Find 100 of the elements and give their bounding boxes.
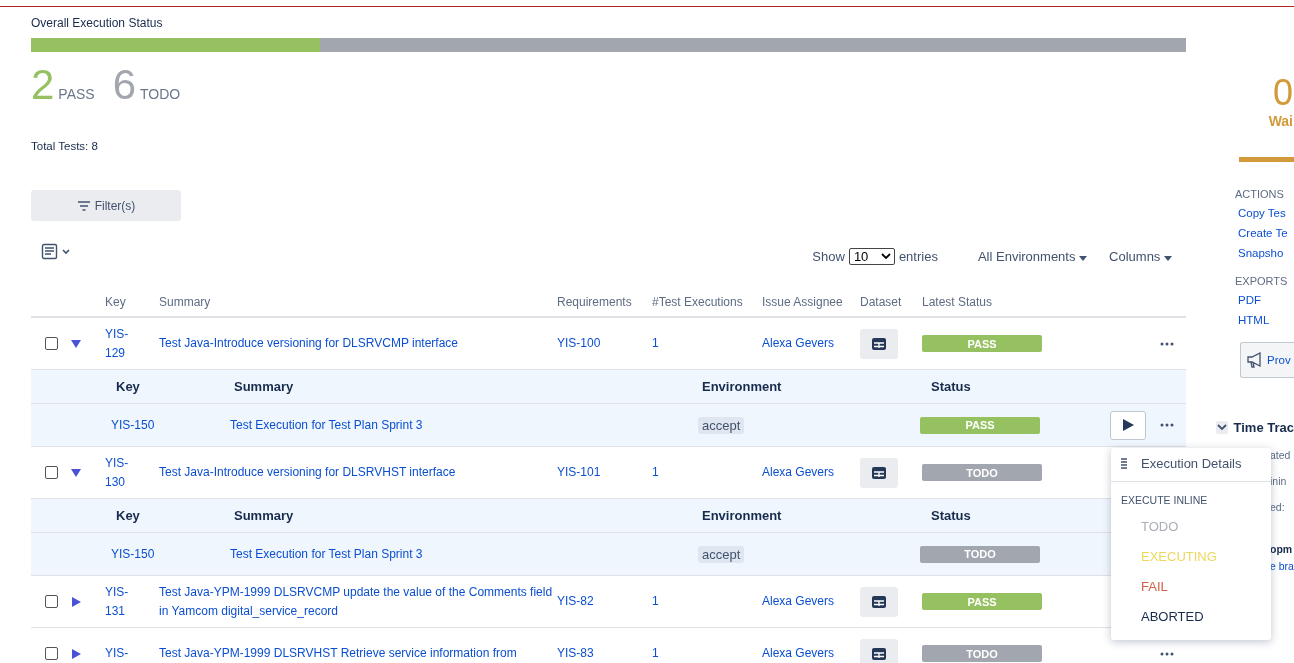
row-checkbox[interactable] (45, 337, 58, 350)
play-icon (1122, 419, 1134, 431)
caret-right-icon[interactable] (69, 647, 83, 660)
action-link[interactable]: Copy Tes (1238, 203, 1294, 223)
section-heading: opm (1270, 543, 1294, 555)
summary-link[interactable]: Test Java-Introduce versioning for DLSRVCMP interface (159, 334, 459, 353)
column-header: Summary (233, 379, 295, 394)
issue-key-link[interactable]: YIS-131 (105, 582, 135, 621)
chevron-icon (880, 252, 891, 260)
dataset-button[interactable] (860, 586, 898, 617)
column-header: Key (115, 379, 141, 394)
entries-select[interactable]: 10 (848, 247, 895, 265)
count-number: 6 (112, 62, 137, 108)
table-icon (872, 466, 886, 479)
more-icon[interactable] (1160, 651, 1174, 656)
count-label: PASS (58, 86, 95, 102)
more-icon[interactable] (1160, 341, 1174, 346)
row-checkbox[interactable] (45, 595, 58, 608)
list-menu-button[interactable] (41, 243, 73, 261)
column-header: Status (930, 379, 972, 394)
column-header: Key (115, 508, 141, 523)
status-badge: TODO (920, 545, 1040, 563)
menu-item[interactable]: FAIL (1111, 572, 1271, 602)
export-link[interactable]: HTML (1238, 310, 1294, 330)
feedback-button[interactable]: Prov (1240, 342, 1294, 378)
issue-key-link[interactable]: YIS-129 (105, 324, 135, 363)
columns-dropdown[interactable]: Columns (1109, 248, 1172, 264)
table-icon (872, 647, 886, 660)
column-header: Requirements (557, 294, 633, 309)
environment-tag: accept (698, 545, 745, 563)
caret-down-icon[interactable] (69, 466, 83, 479)
executions-link[interactable]: 1 (652, 644, 659, 663)
section-heading: Time Trac (1233, 420, 1294, 435)
executions-link[interactable]: 1 (652, 592, 659, 611)
status-badge: TODO (922, 464, 1042, 481)
filter-button[interactable]: Filter(s) (31, 190, 181, 221)
column-header: Issue Assignee (762, 294, 844, 309)
row-checkbox[interactable] (45, 647, 58, 660)
list-icon (1121, 457, 1127, 470)
column-header: Key (105, 294, 127, 309)
column-header: Latest Status (922, 294, 994, 309)
column-header: #Test Executions (652, 294, 744, 309)
field-label: inin (1270, 475, 1288, 487)
dataset-button[interactable] (860, 457, 898, 488)
environment-dropdown[interactable]: All Environments (977, 248, 1088, 264)
metric-number: 0 (1272, 73, 1293, 113)
requirement-link[interactable]: YIS-83 (557, 644, 594, 663)
section-title: Overall Execution Status (31, 16, 164, 30)
column-header: Environment (701, 508, 783, 523)
table-icon (872, 595, 886, 608)
issue-key-link[interactable]: YIS-130 (105, 453, 135, 492)
section-heading: ACTIONS (1235, 188, 1285, 200)
assignee-link[interactable]: Alexa Gevers (762, 644, 835, 663)
menu-item[interactable]: ABORTED (1111, 602, 1271, 632)
export-link[interactable]: PDF (1238, 290, 1294, 310)
summary-link[interactable]: Test Java-YPM-1999 DLSRVHST Retrieve service information from (159, 644, 517, 663)
column-header: Environment (701, 379, 783, 394)
summary-link[interactable]: Test Java-YPM-1999 DLSRVCMP update the value of the Comments field in Yamcom digital_service_record (159, 582, 557, 621)
column-header: Summary (233, 508, 295, 523)
executions-link[interactable]: 1 (652, 463, 659, 482)
status-badge: PASS (922, 593, 1042, 610)
caret-right-icon[interactable] (69, 595, 83, 608)
execution-summary-link[interactable]: Test Execution for Test Plan Sprint 3 (230, 417, 423, 432)
executions-link[interactable]: 1 (652, 334, 659, 353)
execution-key-link[interactable]: YIS-150 (111, 546, 155, 561)
assignee-link[interactable]: Alexa Gevers (762, 463, 835, 482)
count-number: 2 (31, 62, 55, 108)
status-badge: PASS (922, 335, 1042, 352)
status-badge: TODO (922, 645, 1042, 662)
summary-link[interactable]: Test Java-Introduce versioning for DLSRVHST interface (159, 463, 456, 482)
show-label: Show (812, 248, 845, 264)
action-link[interactable]: Create Te (1238, 223, 1294, 243)
menu-item[interactable]: Execution Details (1111, 448, 1271, 482)
branch-link[interactable]: e bra (1270, 560, 1294, 572)
table-icon (872, 337, 886, 350)
status-badge: PASS (920, 416, 1040, 434)
assignee-link[interactable]: Alexa Gevers (762, 592, 835, 611)
action-link[interactable]: Snapsho (1238, 243, 1294, 263)
row-checkbox[interactable] (45, 466, 58, 479)
assignee-link[interactable]: Alexa Gevers (762, 334, 835, 353)
section-heading: EXPORTS (1235, 275, 1289, 287)
column-header: Dataset (860, 294, 903, 309)
column-header: Status (930, 508, 972, 523)
execution-summary-link[interactable]: Test Execution for Test Plan Sprint 3 (230, 546, 423, 561)
total-tests: Total Tests: 8 (31, 140, 99, 152)
requirement-link[interactable]: YIS-82 (557, 592, 594, 611)
requirement-link[interactable]: YIS-101 (557, 463, 601, 482)
caret-down-icon[interactable] (69, 337, 83, 350)
count-label: TODO (140, 86, 181, 102)
run-button[interactable] (1110, 410, 1146, 440)
issue-key-link[interactable]: YIS- (105, 644, 135, 663)
menu-section-heading: EXECUTE INLINE (1120, 493, 1209, 508)
requirement-link[interactable]: YIS-100 (557, 334, 601, 353)
filter-icon (76, 199, 91, 212)
more-icon[interactable] (1160, 423, 1174, 427)
execution-key-link[interactable]: YIS-150 (111, 417, 155, 432)
field-label: ed: (1270, 501, 1286, 513)
dataset-button[interactable] (860, 638, 898, 663)
dataset-button[interactable] (860, 328, 898, 359)
chevron-icon[interactable] (1216, 421, 1228, 434)
